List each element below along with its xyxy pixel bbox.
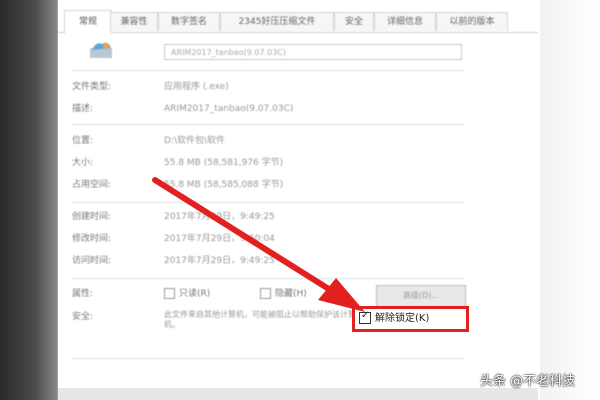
tab-security[interactable]: 安全 [334, 12, 374, 31]
size-label: 大小: [72, 158, 94, 168]
tab-label: 兼容性 [120, 17, 148, 27]
checkbox-box[interactable] [260, 288, 271, 299]
tab-label: 2345好压压缩文件 [238, 17, 316, 27]
size-on-disk-label: 占用空间: [72, 180, 112, 190]
tab-previous-versions[interactable]: 以前的版本 [436, 12, 508, 31]
properties-dialog: 常规 兼容性 数字签名 2345好压压缩文件 安全 详细信息 以前的版本 ARI… [58, 0, 538, 400]
background-light-right [540, 0, 600, 400]
tab-compatibility[interactable]: 兼容性 [110, 12, 158, 31]
file-name-field[interactable]: ARIM2017_tanbao(9.07.03C) [164, 44, 462, 60]
created-label: 创建时间: [72, 212, 112, 222]
tab-label: 详细信息 [386, 17, 423, 27]
tab-label: 安全 [344, 17, 363, 27]
checkbox-box[interactable] [164, 288, 175, 299]
attributes-label: 属性: [72, 289, 94, 299]
description-value: ARIM2017_tanbao(9.07.03C) [164, 104, 294, 114]
tab-label: 数字签名 [170, 17, 207, 27]
tab-archive[interactable]: 2345好压压缩文件 [220, 12, 334, 31]
security-label: 安全: [72, 312, 94, 322]
size-value: 55.8 MB (58,581,976 字节) [164, 158, 284, 168]
watermark: 头条 @不老科技 [480, 374, 576, 389]
checkmark-icon: ✓ [361, 310, 370, 321]
divider [72, 358, 464, 359]
divider [72, 202, 464, 203]
divider [72, 124, 464, 125]
tab-label: 常规 [78, 17, 97, 27]
checkbox-box[interactable]: ✓ [359, 310, 371, 324]
location-value: D:\软件包\软件 [164, 136, 226, 146]
tab-digital-signature[interactable]: 数字签名 [158, 12, 220, 31]
tab-label: 以前的版本 [449, 17, 495, 27]
unlock-label: 解除锁定(K) [375, 313, 430, 324]
location-label: 位置: [72, 136, 94, 146]
file-name-value: ARIM2017_tanbao(9.07.03C) [171, 48, 286, 57]
accessed-value: 2017年7月29日，9:49:25 [164, 256, 275, 266]
modified-value: 2017年7月29日，9:50:04 [164, 234, 275, 244]
size-on-disk-value: 55.8 MB (58,585,088 字节) [164, 180, 284, 190]
created-value: 2017年7月29日，9:49:25 [164, 212, 275, 222]
readonly-label: 只读(R) [179, 289, 211, 299]
tab-general[interactable]: 常规 [64, 10, 112, 33]
file-type-value: 应用程序 (.exe) [164, 82, 229, 92]
modified-label: 修改时间: [72, 234, 112, 244]
description-label: 描述: [72, 104, 94, 114]
tab-bar: 常规 兼容性 数字签名 2345好压压缩文件 安全 详细信息 以前的版本 [58, 10, 538, 33]
divider [72, 70, 464, 71]
unlock-checkbox[interactable]: ✓ 解除锁定(K) [352, 306, 469, 332]
divider [72, 278, 464, 279]
horizontal-scrollbar[interactable] [58, 388, 538, 400]
hidden-label: 隐藏(H) [275, 289, 307, 299]
advanced-button[interactable]: 高级(D)... [376, 285, 466, 307]
advanced-label: 高级(D)... [402, 291, 440, 300]
background-dark-left [0, 0, 58, 400]
tab-details[interactable]: 详细信息 [374, 12, 436, 31]
accessed-label: 访问时间: [72, 256, 112, 266]
hidden-checkbox[interactable]: 隐藏(H) [260, 287, 307, 301]
readonly-checkbox[interactable]: 只读(R) [164, 287, 210, 301]
file-type-label: 文件类型: [72, 82, 112, 92]
security-description: 此文件来自其他计算机，可能被阻止以帮助保护该计算机。 [164, 310, 356, 329]
app-icon [90, 42, 112, 58]
